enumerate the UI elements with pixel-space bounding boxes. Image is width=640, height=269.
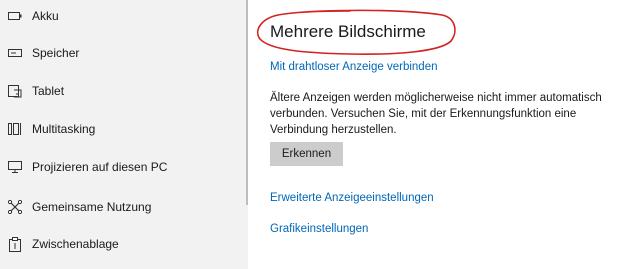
- wireless-display-link[interactable]: Mit drahtloser Anzeige verbinden: [270, 61, 438, 73]
- project-to-pc-icon: [7, 159, 23, 175]
- battery-icon: [7, 8, 23, 24]
- sidebar-item-label: Speicher: [32, 46, 80, 60]
- sidebar-item-akku[interactable]: Akku: [0, 0, 248, 33]
- sidebar-item-tablet[interactable]: Tablet: [0, 74, 248, 108]
- multitasking-icon: [7, 121, 23, 137]
- tablet-icon: [7, 83, 23, 99]
- sidebar-item-label: Gemeinsame Nutzung: [32, 200, 152, 214]
- sidebar: Akku Speicher Tablet Multitasking Projiz…: [0, 0, 248, 269]
- sidebar-item-multitasking[interactable]: Multitasking: [0, 112, 248, 146]
- sidebar-item-label: Akku: [32, 9, 59, 23]
- section-title: Mehrere Bildschirme: [270, 22, 426, 41]
- shared-experiences-icon: [7, 199, 23, 215]
- sidebar-item-label: Zwischenablage: [32, 237, 119, 251]
- main-content: Mehrere Bildschirme Mit drahtloser Anzei…: [248, 0, 640, 269]
- sidebar-item-gemeinsame-nutzung[interactable]: Gemeinsame Nutzung: [0, 190, 248, 224]
- settings-window: Akku Speicher Tablet Multitasking Projiz…: [0, 0, 640, 269]
- sidebar-item-projizieren[interactable]: Projizieren auf diesen PC: [0, 150, 248, 184]
- sidebar-item-zwischenablage[interactable]: Zwischenablage: [0, 227, 248, 261]
- description-text: Ältere Anzeigen werden möglicherweise ni…: [270, 92, 602, 136]
- sidebar-item-label: Projizieren auf diesen PC: [32, 160, 168, 174]
- advanced-display-settings-link[interactable]: Erweiterte Anzeigeeinstellungen: [270, 192, 434, 204]
- detect-button[interactable]: Erkennen: [270, 142, 343, 166]
- sidebar-item-speicher[interactable]: Speicher: [0, 36, 248, 70]
- clipboard-icon: [7, 236, 23, 252]
- sidebar-item-label: Tablet: [32, 84, 65, 98]
- storage-icon: [7, 45, 23, 61]
- graphics-settings-link[interactable]: Grafikeinstellungen: [270, 223, 368, 235]
- sidebar-item-label: Multitasking: [32, 122, 96, 136]
